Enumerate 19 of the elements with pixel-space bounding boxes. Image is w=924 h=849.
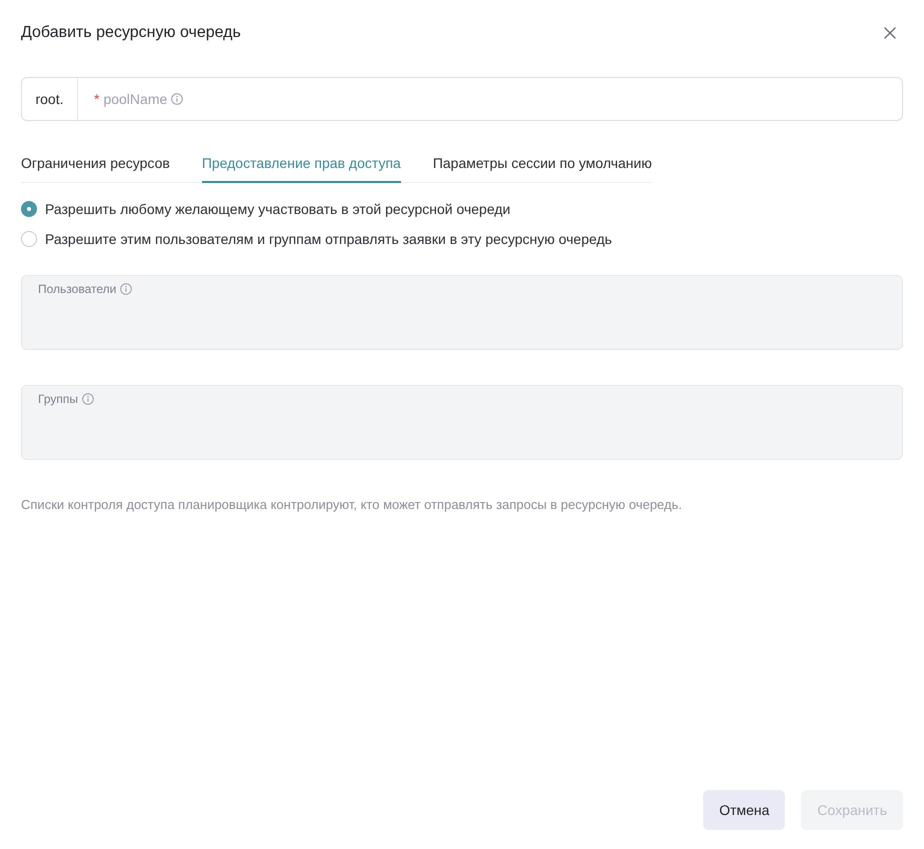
- required-mark: *: [94, 91, 100, 107]
- dialog-title: Добавить ресурсную очередь: [21, 23, 241, 43]
- close-icon: [884, 27, 896, 39]
- radio-label: Разрешите этим пользователям и группам отправлять заявки в эту ресурсную очередь: [45, 230, 612, 249]
- close-button[interactable]: [884, 27, 896, 39]
- pool-name-field[interactable]: root. * poolName: [21, 77, 903, 121]
- field-label: Группы: [38, 391, 78, 407]
- tab[interactable]: Ограничения ресурсов: [21, 145, 170, 183]
- radio-button[interactable]: [21, 201, 37, 217]
- field-label: poolName: [103, 91, 168, 107]
- cancel-button[interactable]: Отмена: [703, 790, 786, 830]
- radio-label: Разрешить любому желающему участвовать в этой ресурсной очереди: [45, 200, 510, 219]
- help-text: Списки контроля доступа планировщика контролируют, кто может отправлять запросы в ресурсную очередь.: [21, 496, 683, 514]
- info-icon[interactable]: [171, 93, 184, 105]
- prefix-label: root.: [22, 78, 78, 120]
- tab[interactable]: Параметры сессии по умолчанию: [432, 145, 652, 183]
- field-label: Пользователи: [38, 281, 116, 297]
- radio-button[interactable]: [21, 231, 37, 247]
- tab[interactable]: Предоставление прав доступа: [202, 145, 401, 183]
